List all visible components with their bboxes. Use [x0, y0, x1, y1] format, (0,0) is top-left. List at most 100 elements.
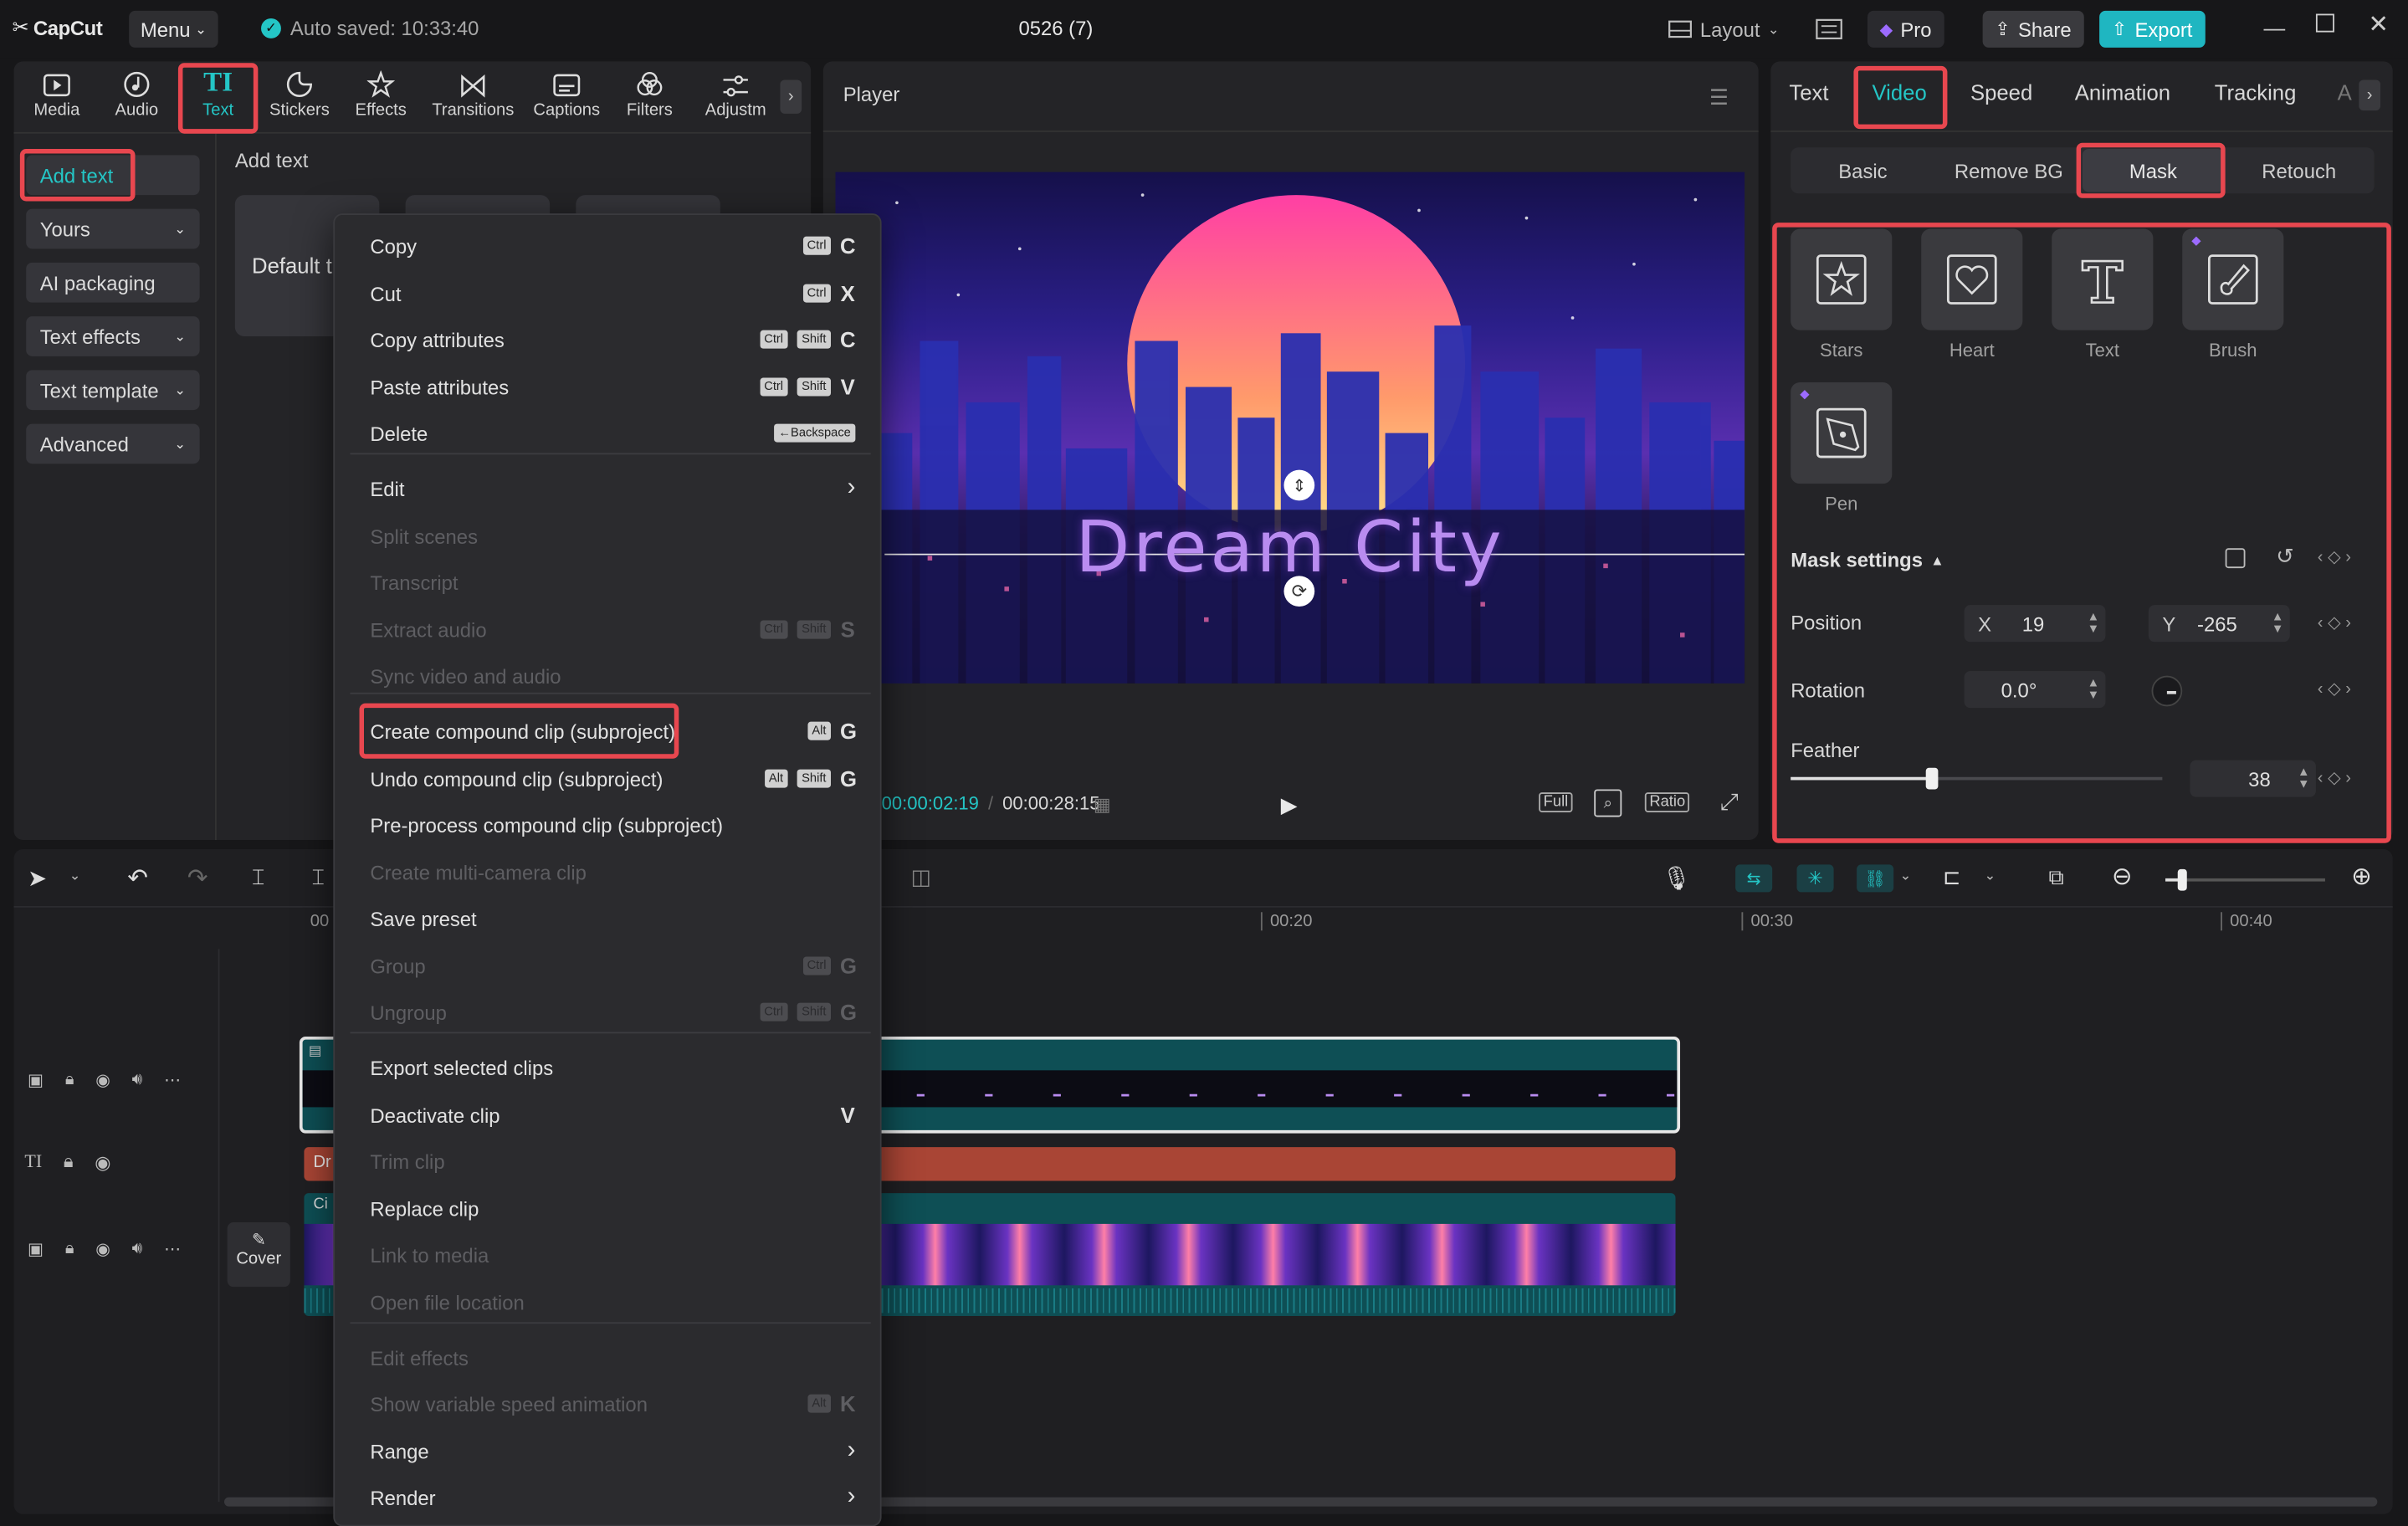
keyframe-icon[interactable]: ‹ ◇ ›	[2318, 612, 2351, 632]
invert-mask-icon[interactable]	[2225, 548, 2246, 569]
volume-icon[interactable]: 🔊︎	[132, 1070, 143, 1090]
subtab-basic[interactable]: Basic	[1792, 149, 1934, 192]
menu-item-range[interactable]: Range ›	[370, 1434, 855, 1467]
compound-icon[interactable]: ◫	[910, 864, 930, 890]
video-preview[interactable]: Dream City ⇕ ⟳	[835, 172, 1745, 684]
position-x-field[interactable]: X 19 ▲ ▼	[1964, 605, 2106, 643]
tab-media[interactable]: Media	[18, 68, 95, 129]
menu-item-render[interactable]: Render ›	[370, 1480, 855, 1513]
tab-speed[interactable]: Speed	[1970, 79, 2032, 104]
link-icon[interactable]: ⛓	[1857, 864, 1894, 893]
main-track-magnet-icon[interactable]: ⇆	[1735, 864, 1773, 893]
thumbnail-icon[interactable]: ⧉	[2049, 864, 2064, 890]
chevron-down-icon[interactable]: ⌄	[1900, 868, 1912, 884]
menu-item-copy-attributes[interactable]: Copy attributes Ctrl Shift C	[370, 322, 855, 356]
subtab-retouch[interactable]: Retouch	[2228, 149, 2370, 192]
tab-text[interactable]: TI Text	[180, 66, 257, 129]
chevron-down-icon[interactable]: ⌄	[1984, 868, 1996, 884]
hamburger-icon[interactable]: ☰	[1709, 84, 1729, 110]
sidebar-item-advanced[interactable]: Advanced ⌄	[26, 423, 200, 464]
overlay-text[interactable]: Dream City	[836, 505, 1745, 588]
share-button[interactable]: ⇪ Share	[1982, 10, 2084, 48]
zoom-in-icon[interactable]: ⊕	[2351, 862, 2372, 893]
tab-tracking[interactable]: Tracking	[2215, 79, 2297, 104]
split-left-icon[interactable]: ⌶	[312, 864, 325, 890]
lock-icon[interactable]: 🔒︎	[65, 1239, 74, 1259]
mask-option-stars[interactable]: Stars	[1791, 228, 1893, 361]
tab-animation[interactable]: Animation	[2075, 79, 2170, 104]
waveform-icon[interactable]: ▦	[1094, 794, 1111, 816]
eye-icon[interactable]: ◉	[95, 1151, 110, 1173]
export-button[interactable]: ⇧ Export	[2099, 10, 2206, 48]
tab-text[interactable]: Text	[1789, 79, 1828, 104]
chevron-right-icon[interactable]: ›	[2359, 79, 2381, 111]
tab-filters[interactable]: Filters	[612, 68, 689, 129]
feather-field[interactable]: 38 ▲ ▼	[2190, 760, 2316, 797]
select-cursor-icon[interactable]: ➤	[28, 864, 47, 892]
zoom-out-icon[interactable]: ⊖	[2112, 862, 2133, 893]
full-button[interactable]: Full	[1539, 792, 1573, 812]
menu-item-edit[interactable]: Edit ›	[370, 471, 855, 504]
undo-icon[interactable]: ↶	[127, 863, 148, 894]
tab-transitions[interactable]: Transitions	[425, 68, 520, 129]
feather-slider[interactable]	[1791, 767, 2163, 790]
mask-option-heart[interactable]: Heart	[1921, 228, 2023, 361]
stepper-icon[interactable]: ▲ ▼	[2272, 611, 2284, 636]
menu-item-pre-process-compound-clip-subproject[interactable]: Pre-process compound clip (subproject)	[370, 807, 855, 841]
eye-icon[interactable]: ◉	[95, 1070, 110, 1090]
redo-icon[interactable]: ↷	[187, 863, 208, 894]
tab-effects[interactable]: Effects	[342, 68, 419, 129]
lock-icon[interactable]: 🔒︎	[64, 1150, 74, 1174]
menu-item-paste-attributes[interactable]: Paste attributes Ctrl Shift V	[370, 370, 855, 403]
zoom-slider[interactable]	[2165, 868, 2325, 891]
menu-item-replace-clip[interactable]: Replace clip	[370, 1191, 855, 1225]
more-icon[interactable]: ⋯	[164, 1070, 181, 1090]
subtab-mask[interactable]: Mask	[2082, 149, 2224, 192]
eye-icon[interactable]: ◉	[95, 1239, 110, 1259]
sidebar-item-text-effects[interactable]: Text effects ⌄	[26, 316, 200, 356]
keyframe-icon[interactable]: ‹ ◇ ›	[2318, 768, 2351, 788]
pro-button[interactable]: ◆ Pro	[1867, 10, 1944, 48]
sidebar-item-ai-packaging[interactable]: AI packaging	[26, 262, 200, 303]
chevron-down-icon[interactable]: ⌄	[69, 868, 81, 884]
tab-video[interactable]: Video	[1872, 79, 1926, 104]
minimize-icon[interactable]: —	[2264, 15, 2286, 39]
menu-item-undo-compound-clip-subproject[interactable]: Undo compound clip (subproject) Alt Shift G	[370, 761, 857, 795]
keyframe-icon[interactable]: ‹ ◇ ›	[2318, 679, 2351, 699]
tab-more[interactable]: A	[2338, 79, 2352, 104]
stepper-icon[interactable]: ▲ ▼	[2298, 766, 2310, 791]
zoom-slider-knob[interactable]	[2177, 868, 2187, 891]
keyframe-icon[interactable]: ‹ ◇ ›	[2318, 546, 2351, 566]
volume-icon[interactable]: 🔊︎	[132, 1239, 143, 1259]
mask-handle-icon[interactable]: ⇕	[1283, 469, 1315, 501]
lock-icon[interactable]: 🔒︎	[65, 1070, 74, 1090]
ratio-button[interactable]: Ratio	[1644, 792, 1690, 812]
split-icon[interactable]: ⌶	[252, 864, 264, 890]
tab-adjustment[interactable]: Adjustm	[693, 68, 779, 129]
add-text-button[interactable]: Add text	[26, 155, 200, 196]
snap-icon[interactable]: ✳	[1796, 864, 1834, 893]
mask-option-brush[interactable]: ◆ Brush	[2182, 228, 2284, 361]
reset-icon[interactable]: ↺	[2276, 544, 2294, 570]
sidebar-item-yours[interactable]: Yours ⌄	[26, 208, 200, 249]
chevron-right-icon[interactable]: ›	[780, 79, 802, 114]
subtab-remove-bg[interactable]: Remove BG	[1937, 149, 2082, 192]
mask-option-text[interactable]: Text	[2052, 228, 2154, 361]
more-icon[interactable]: ⋯	[164, 1239, 181, 1259]
stepper-icon[interactable]: ▲ ▼	[2088, 677, 2100, 701]
tab-audio[interactable]: Audio	[98, 68, 175, 129]
stepper-icon[interactable]: ▲ ▼	[2088, 611, 2100, 636]
layout-button[interactable]: Layout ⌄	[1668, 11, 1780, 48]
rotate-icon[interactable]: ⟳	[1283, 576, 1315, 607]
tab-stickers[interactable]: Stickers	[261, 68, 338, 129]
sidebar-item-text-template[interactable]: Text template ⌄	[26, 370, 200, 411]
mask-option-pen[interactable]: ◆ Pen	[1791, 382, 1893, 515]
mask-settings-header[interactable]: Mask settings ▲	[1791, 548, 1944, 571]
menu-item-create-compound-clip-subproject[interactable]: Create compound clip (subproject) Alt G	[370, 714, 857, 748]
shortcuts-icon[interactable]	[1816, 11, 1843, 48]
menu-item-deactivate-clip[interactable]: Deactivate clip V	[370, 1098, 855, 1131]
rotation-dial[interactable]	[2151, 675, 2183, 707]
menu-item-cut[interactable]: Cut Ctrl X	[370, 276, 855, 310]
tab-captions[interactable]: Captions	[527, 68, 607, 129]
position-y-field[interactable]: Y -265 ▲ ▼	[2148, 605, 2290, 643]
